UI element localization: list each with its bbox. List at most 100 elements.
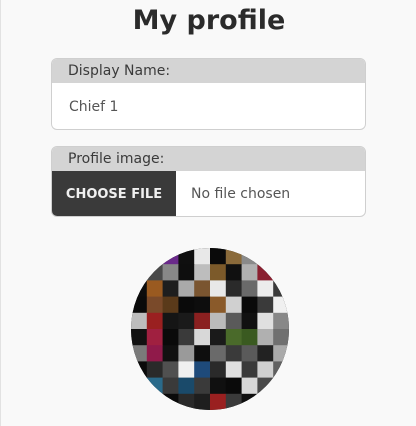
avatar-tile (131, 264, 148, 281)
avatar-tile (178, 296, 195, 314)
avatar-tile (178, 377, 195, 395)
avatar-tile (146, 329, 164, 346)
page-title: My profile (132, 5, 286, 36)
file-input[interactable]: CHOOSE FILE No file chosen (52, 171, 365, 216)
avatar-tile (257, 329, 274, 346)
avatar-tile (146, 280, 164, 298)
avatar-tile (210, 329, 227, 346)
avatar-tile (194, 329, 211, 346)
avatar-tile (273, 393, 289, 410)
avatar-tile (162, 280, 179, 298)
avatar-tile (194, 280, 211, 298)
avatar-tile (273, 312, 289, 330)
avatar-tile (178, 393, 195, 410)
avatar-tile (257, 264, 274, 281)
avatar-tile (210, 393, 227, 410)
avatar-tile (210, 361, 227, 379)
avatar-tile (273, 377, 289, 395)
avatar-tile (241, 361, 258, 379)
avatar-tile (257, 280, 274, 298)
avatar-tile (194, 312, 211, 330)
avatar-tile (241, 248, 258, 265)
avatar-tile (131, 280, 148, 298)
avatar-tile (146, 296, 164, 314)
avatar-tile (225, 312, 243, 330)
avatar-tile (178, 345, 195, 362)
avatar-tile (178, 264, 195, 281)
avatar-tile (225, 345, 243, 362)
avatar-tile (241, 280, 258, 298)
avatar-tile (162, 393, 179, 410)
avatar-tile (146, 345, 164, 362)
avatar-tile (162, 296, 179, 314)
avatar-tile (273, 280, 289, 298)
avatar-tile (225, 361, 243, 379)
profile-image-card: Profile image: CHOOSE FILE No file chose… (51, 146, 366, 217)
avatar-tile (146, 393, 164, 410)
avatar-tile (162, 377, 179, 395)
avatar-tile (225, 329, 243, 346)
avatar-tile (210, 312, 227, 330)
avatar-tile (194, 393, 211, 410)
avatar-tile (273, 248, 289, 265)
avatar-tile (162, 345, 179, 362)
avatar-tile (194, 377, 211, 395)
avatar-tile (131, 393, 148, 410)
avatar-tile (210, 377, 227, 395)
choose-file-button[interactable]: CHOOSE FILE (52, 171, 176, 216)
avatar-image (131, 248, 289, 410)
avatar-tile (257, 312, 274, 330)
avatar-tile (225, 377, 243, 395)
display-name-label: Display Name: (52, 59, 365, 83)
avatar-tile (146, 361, 164, 379)
avatar-tile (241, 312, 258, 330)
avatar-tile (241, 345, 258, 362)
avatar-tile (225, 393, 243, 410)
avatar-tile (225, 248, 243, 265)
avatar-tile (241, 264, 258, 281)
avatar-tile (131, 361, 148, 379)
avatar-tile (178, 361, 195, 379)
avatar-tile (131, 248, 148, 265)
avatar-tile (257, 377, 274, 395)
display-name-card: Display Name: Chief 1 (51, 58, 366, 130)
avatar-tile (131, 296, 148, 314)
avatar-tile (210, 280, 227, 298)
avatar-tile (257, 345, 274, 362)
avatar-tile (241, 393, 258, 410)
avatar-tile (162, 312, 179, 330)
avatar-tile (257, 296, 274, 314)
avatar-tile (194, 296, 211, 314)
avatar-tile (257, 361, 274, 379)
avatar-tile (162, 329, 179, 346)
avatar-tile (178, 312, 195, 330)
avatar-tile (194, 248, 211, 265)
avatar (131, 248, 289, 410)
avatar-tile (131, 329, 148, 346)
avatar-tile (241, 296, 258, 314)
file-status-text: No file chosen (191, 186, 291, 202)
display-name-field[interactable]: Chief 1 (52, 83, 365, 129)
avatar-tile (146, 377, 164, 395)
avatar-tile (210, 264, 227, 281)
avatar-tile (241, 329, 258, 346)
avatar-tile (210, 345, 227, 362)
avatar-tile (273, 345, 289, 362)
avatar-tile (257, 393, 274, 410)
avatar-tile (131, 345, 148, 362)
avatar-tile (273, 264, 289, 281)
avatar-tile (257, 248, 274, 265)
avatar-tile (146, 312, 164, 330)
avatar-tile (131, 312, 148, 330)
avatar-tile (273, 329, 289, 346)
avatar-tile (194, 264, 211, 281)
avatar-tile (162, 248, 179, 265)
avatar-tile (225, 280, 243, 298)
avatar-tile (194, 361, 211, 379)
avatar-tile (194, 345, 211, 362)
avatar-tile (273, 361, 289, 379)
avatar-tile (162, 361, 179, 379)
avatar-tile (162, 264, 179, 281)
profile-image-label: Profile image: (52, 147, 365, 171)
avatar-tile (146, 264, 164, 281)
